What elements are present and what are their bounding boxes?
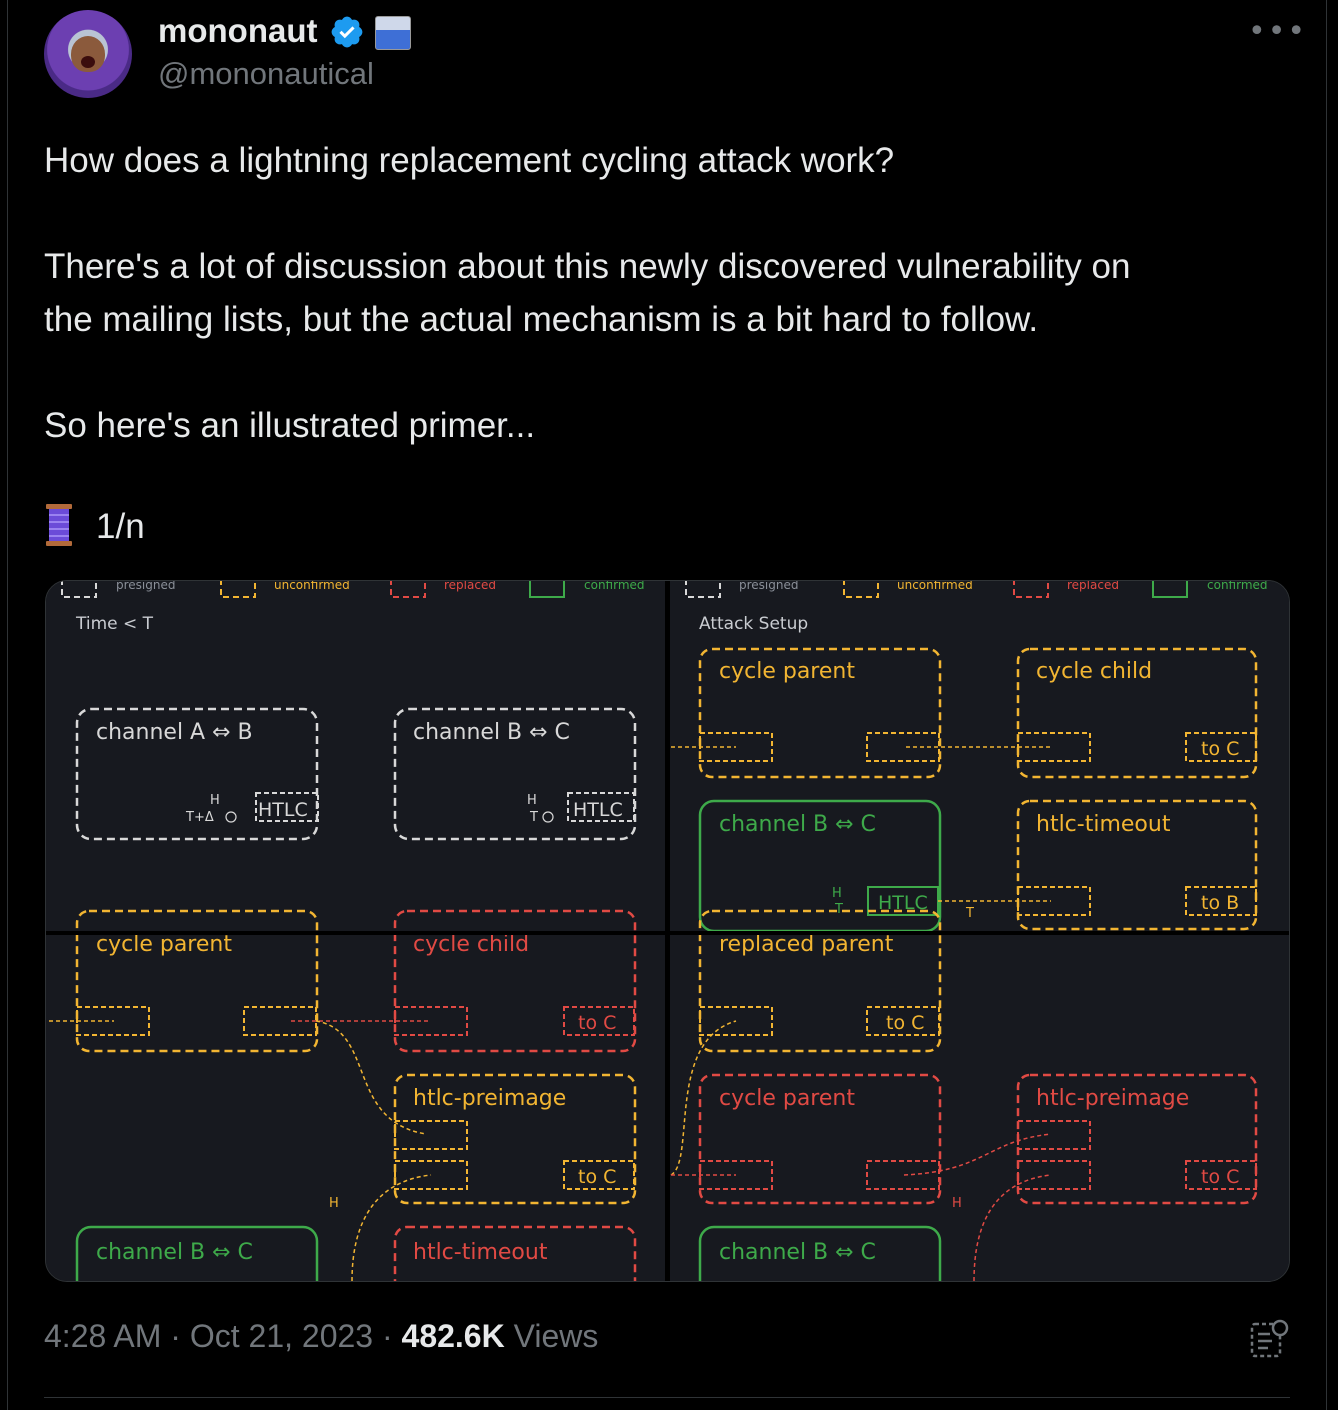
author-name[interactable]: mononaut bbox=[158, 12, 317, 50]
box-label: cycle parent bbox=[719, 659, 855, 684]
tweet-timestamp[interactable]: 4:28 AM · Oct 21, 2023 · 482.6K Views bbox=[44, 1318, 598, 1355]
box-label: channel B ⇔ C bbox=[96, 1240, 253, 1265]
avatar-mouth bbox=[81, 56, 95, 68]
tweet-line: So here's an illustrated primer... bbox=[44, 406, 536, 445]
verified-badge-icon bbox=[331, 16, 363, 48]
legend-label: unconfirmed bbox=[897, 581, 973, 592]
output-label: to C bbox=[578, 1166, 616, 1188]
box-label: channel A ⇔ B bbox=[96, 720, 253, 745]
view-analytics-icon[interactable] bbox=[1248, 1318, 1290, 1360]
box-label: channel B ⇔ C bbox=[719, 1240, 876, 1265]
legend-confirmed-swatch bbox=[1152, 581, 1188, 598]
box-label: htlc-timeout bbox=[1036, 812, 1171, 837]
hash-label: H bbox=[527, 793, 537, 808]
legend-label: presigned bbox=[116, 581, 175, 592]
box-label: cycle parent bbox=[719, 1086, 855, 1111]
tweet-text: How does a lightning replacement cycling… bbox=[44, 134, 1294, 452]
timer-icon bbox=[225, 811, 237, 823]
box-label: htlc-preimage bbox=[413, 1086, 566, 1111]
timelock-label: T bbox=[834, 902, 843, 917]
htlc-label: HTLC bbox=[258, 799, 308, 821]
tweet-line: There's a lot of discussion about this n… bbox=[44, 247, 1131, 286]
timelock-label: T+Δ bbox=[185, 810, 214, 825]
input-slot bbox=[394, 1120, 468, 1150]
affiliate-badge-icon bbox=[375, 16, 411, 50]
flow-arrow bbox=[351, 1174, 432, 1281]
box-label: channel B ⇔ C bbox=[413, 720, 570, 745]
panel-caption: Attack Setup bbox=[699, 614, 808, 634]
legend-presigned-swatch bbox=[685, 581, 721, 598]
legend-label: presigned bbox=[739, 581, 798, 592]
input-slot bbox=[1017, 1120, 1091, 1150]
legend-label: confirmed bbox=[1207, 581, 1268, 592]
tweet-line: How does a lightning replacement cycling… bbox=[44, 141, 895, 180]
box-label: replaced parent bbox=[719, 932, 894, 957]
legend-label: replaced bbox=[444, 581, 496, 592]
output-label: to C bbox=[1201, 1166, 1239, 1188]
output-label: to B bbox=[1201, 892, 1239, 914]
thread-counter: 1/n bbox=[44, 504, 145, 547]
views-count: 482.6K bbox=[401, 1318, 505, 1354]
flow-arrow bbox=[315, 1020, 427, 1135]
divider bbox=[44, 1397, 1290, 1398]
legend-replaced-swatch bbox=[390, 581, 426, 598]
views-label: Views bbox=[504, 1318, 599, 1354]
box-label: cycle child bbox=[1036, 659, 1152, 684]
timelock-label: T bbox=[965, 906, 974, 921]
flow-arrow bbox=[973, 1174, 1052, 1281]
box-label: cycle parent bbox=[96, 932, 232, 957]
hash-label: H bbox=[329, 1196, 339, 1211]
legend-label: unconfirmed bbox=[274, 581, 350, 592]
box-label: channel B ⇔ C bbox=[719, 812, 876, 837]
hash-label: H bbox=[832, 886, 842, 901]
box-label: htlc-timeout bbox=[413, 1240, 548, 1265]
legend-confirmed-swatch bbox=[529, 581, 565, 598]
output-label: to C bbox=[886, 1012, 924, 1034]
panel-caption: Time < T bbox=[75, 614, 154, 634]
timestamp-text: 4:28 AM · Oct 21, 2023 · bbox=[44, 1318, 402, 1354]
tweet-image[interactable]: presigned unconfirmed replaced confirmed… bbox=[45, 580, 1290, 1282]
legend-presigned-swatch bbox=[61, 581, 97, 598]
timelock-label: T bbox=[529, 810, 538, 825]
avatar[interactable] bbox=[44, 10, 132, 98]
flow-arrow bbox=[903, 1133, 1052, 1176]
author-handle[interactable]: @mononautical bbox=[158, 56, 374, 92]
hash-label: H bbox=[210, 793, 220, 808]
legend-unconfirmed-swatch bbox=[220, 581, 256, 598]
output-slot bbox=[866, 1160, 940, 1190]
legend-label: confirmed bbox=[584, 581, 645, 592]
legend-replaced-swatch bbox=[1013, 581, 1049, 598]
output-label: to C bbox=[578, 1012, 616, 1034]
input-slot bbox=[1017, 1160, 1091, 1190]
timer-icon bbox=[542, 811, 554, 823]
box-label: cycle child bbox=[413, 932, 529, 957]
legend-unconfirmed-swatch bbox=[843, 581, 879, 598]
hash-label: H bbox=[952, 1196, 962, 1211]
box-label: htlc-preimage bbox=[1036, 1086, 1189, 1111]
diagram-svg: presigned unconfirmed replaced confirmed… bbox=[46, 581, 1289, 1281]
thread-spool-icon bbox=[46, 504, 72, 546]
tweet-line: the mailing lists, but the actual mechan… bbox=[44, 300, 1039, 339]
legend-label: replaced bbox=[1067, 581, 1119, 592]
more-options-icon[interactable]: ••• bbox=[1248, 14, 1307, 49]
thread-count-label: 1/n bbox=[96, 507, 145, 546]
input-slot bbox=[1017, 886, 1091, 916]
output-label: to C bbox=[1201, 738, 1239, 760]
htlc-label: HTLC bbox=[573, 799, 623, 821]
